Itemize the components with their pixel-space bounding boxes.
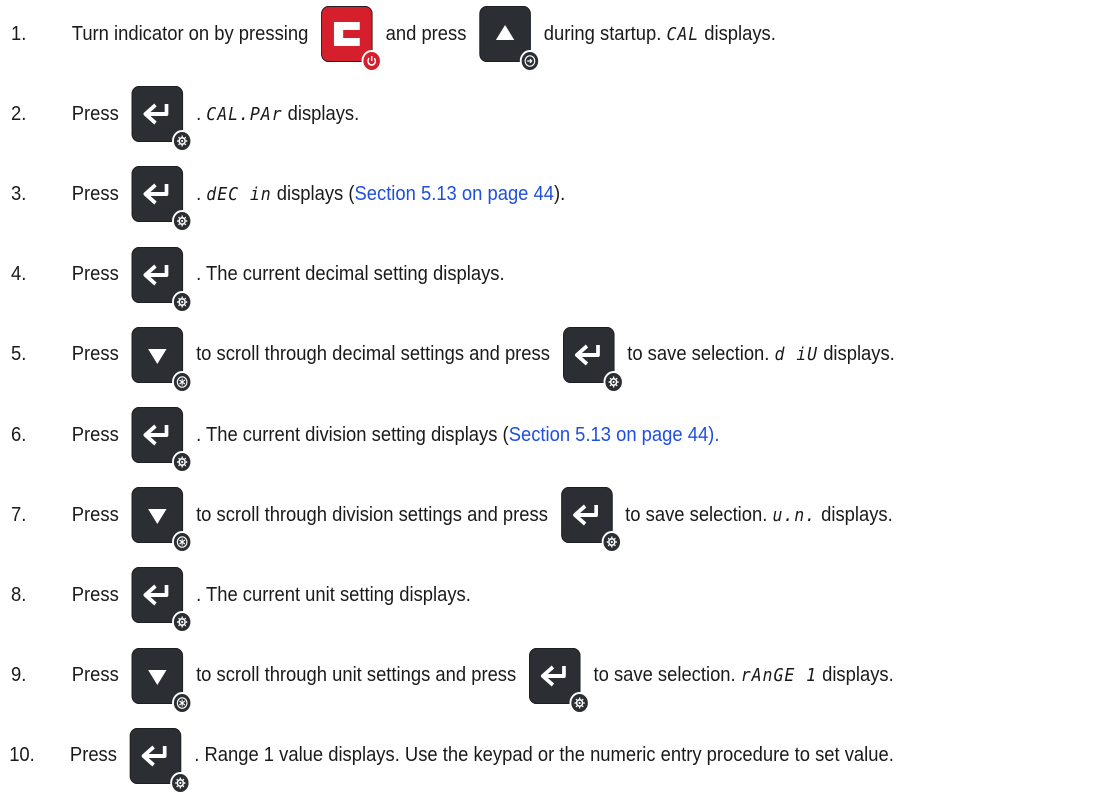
step-text: displays.: [817, 664, 894, 687]
step-text: to save selection.: [625, 503, 773, 526]
step-number: 1.: [11, 22, 27, 45]
display-code: CAL: [666, 23, 700, 45]
step-10: 10. Press . Range 1 value displays. Use th…: [0, 724, 1026, 794]
step-text: to scroll through decimal settings and p…: [196, 343, 550, 366]
step-text: during startup.: [543, 22, 667, 45]
gear-icon: [172, 611, 193, 634]
gear-icon: [172, 210, 193, 233]
step-text: .: [196, 182, 207, 205]
step-text: to save selection.: [627, 343, 775, 366]
gear-icon: [172, 451, 193, 473]
step-text: . The current decimal setting displays.: [196, 263, 505, 286]
step-text: displays.: [818, 343, 895, 366]
gear-icon: [172, 130, 193, 153]
step-text: Press: [71, 503, 119, 526]
step-text: Press: [71, 343, 119, 366]
step-text: Turn indicator on by pressing: [71, 22, 309, 45]
step-text: and press: [385, 22, 467, 45]
enter-key-icon: [131, 166, 193, 233]
step-text: . The current division setting displays …: [196, 423, 509, 446]
step-number: 8.: [11, 583, 27, 606]
gear-icon: [170, 771, 191, 794]
up-arrow-key-icon: [479, 6, 541, 72]
step-3: 3. Press. dEC in displays (Section 5.13 o…: [0, 162, 1026, 233]
enter-key-icon: [529, 647, 590, 714]
c-key-icon: [321, 6, 382, 72]
display-code: rAnGE 1: [740, 665, 818, 687]
step-text: . Range 1 value displays. Use the keypad…: [194, 744, 894, 767]
step-text: Press: [71, 182, 119, 205]
asterisk-icon: [172, 531, 193, 554]
down-arrow-key-icon: [131, 647, 193, 714]
step-text: Press: [71, 583, 119, 606]
power-icon: [361, 50, 382, 72]
down-arrow-key-icon: [131, 326, 193, 393]
display-code: CAL.PAr: [206, 103, 283, 125]
step-text: Press: [71, 263, 119, 286]
step-text: . The current unit setting displays.: [196, 583, 471, 606]
input-icon: [519, 50, 541, 72]
step-text: displays.: [816, 503, 893, 526]
display-code: dEC in: [206, 183, 272, 205]
enter-key-icon: [560, 487, 622, 554]
gear-icon: [569, 691, 590, 714]
display-code: u.n.: [772, 504, 817, 526]
step-number: 2.: [11, 102, 27, 125]
step-text: to save selection.: [593, 664, 741, 687]
step-number: 6.: [11, 423, 27, 446]
step-number: 4.: [11, 263, 27, 286]
step-2: 2. Press. CAL.PAr displays.: [0, 82, 1026, 153]
step-text: Press: [71, 664, 119, 687]
enter-key-icon: [131, 407, 193, 473]
display-code: d iU: [774, 344, 819, 366]
asterisk-icon: [172, 370, 193, 393]
step-number: 10.: [9, 744, 35, 767]
step-7: 7. Press to scroll through division settin…: [0, 483, 1026, 554]
asterisk-icon: [172, 691, 193, 714]
step-1: 1. Turn indicator on by pressing and press…: [0, 2, 1026, 72]
step-text: displays.: [282, 102, 360, 125]
enter-key-icon: [562, 326, 624, 393]
step-8: 8. Press . The current unit setting displa…: [0, 563, 1026, 634]
step-text: Press: [69, 744, 117, 767]
step-text: ).: [553, 182, 566, 205]
step-text: displays (: [271, 182, 355, 205]
enter-key-icon: [129, 727, 191, 794]
gear-icon: [172, 290, 193, 313]
enter-key-icon: [131, 567, 193, 634]
step-text: Press: [71, 423, 119, 446]
step-6: 6. Press . The current division setting di…: [0, 403, 1026, 473]
step-text: .: [196, 102, 207, 125]
step-text: displays.: [699, 22, 776, 45]
step-9: 9. Press to scroll through unit settings a…: [0, 644, 1026, 714]
step-number: 7.: [11, 503, 27, 526]
gear-icon: [601, 531, 622, 554]
down-arrow-key-icon: [131, 487, 193, 554]
step-number: 9.: [11, 664, 27, 687]
step-text: Press: [71, 102, 119, 125]
enter-key-icon: [131, 86, 193, 153]
step-4: 4. Press . The current decimal setting dis…: [0, 243, 1026, 313]
enter-key-icon: [131, 246, 193, 313]
step-text: to scroll through division settings and …: [196, 503, 548, 526]
step-number: 3.: [11, 182, 27, 205]
gear-icon: [603, 370, 624, 393]
section-link[interactable]: Section 5.13 on page 44).: [509, 424, 720, 447]
step-5: 5. Press to scroll through decimal setting…: [0, 323, 1026, 393]
step-number: 5.: [11, 343, 27, 366]
step-text: to scroll through unit settings and pres…: [196, 664, 517, 687]
section-link[interactable]: Section 5.13 on page 44: [354, 183, 554, 206]
